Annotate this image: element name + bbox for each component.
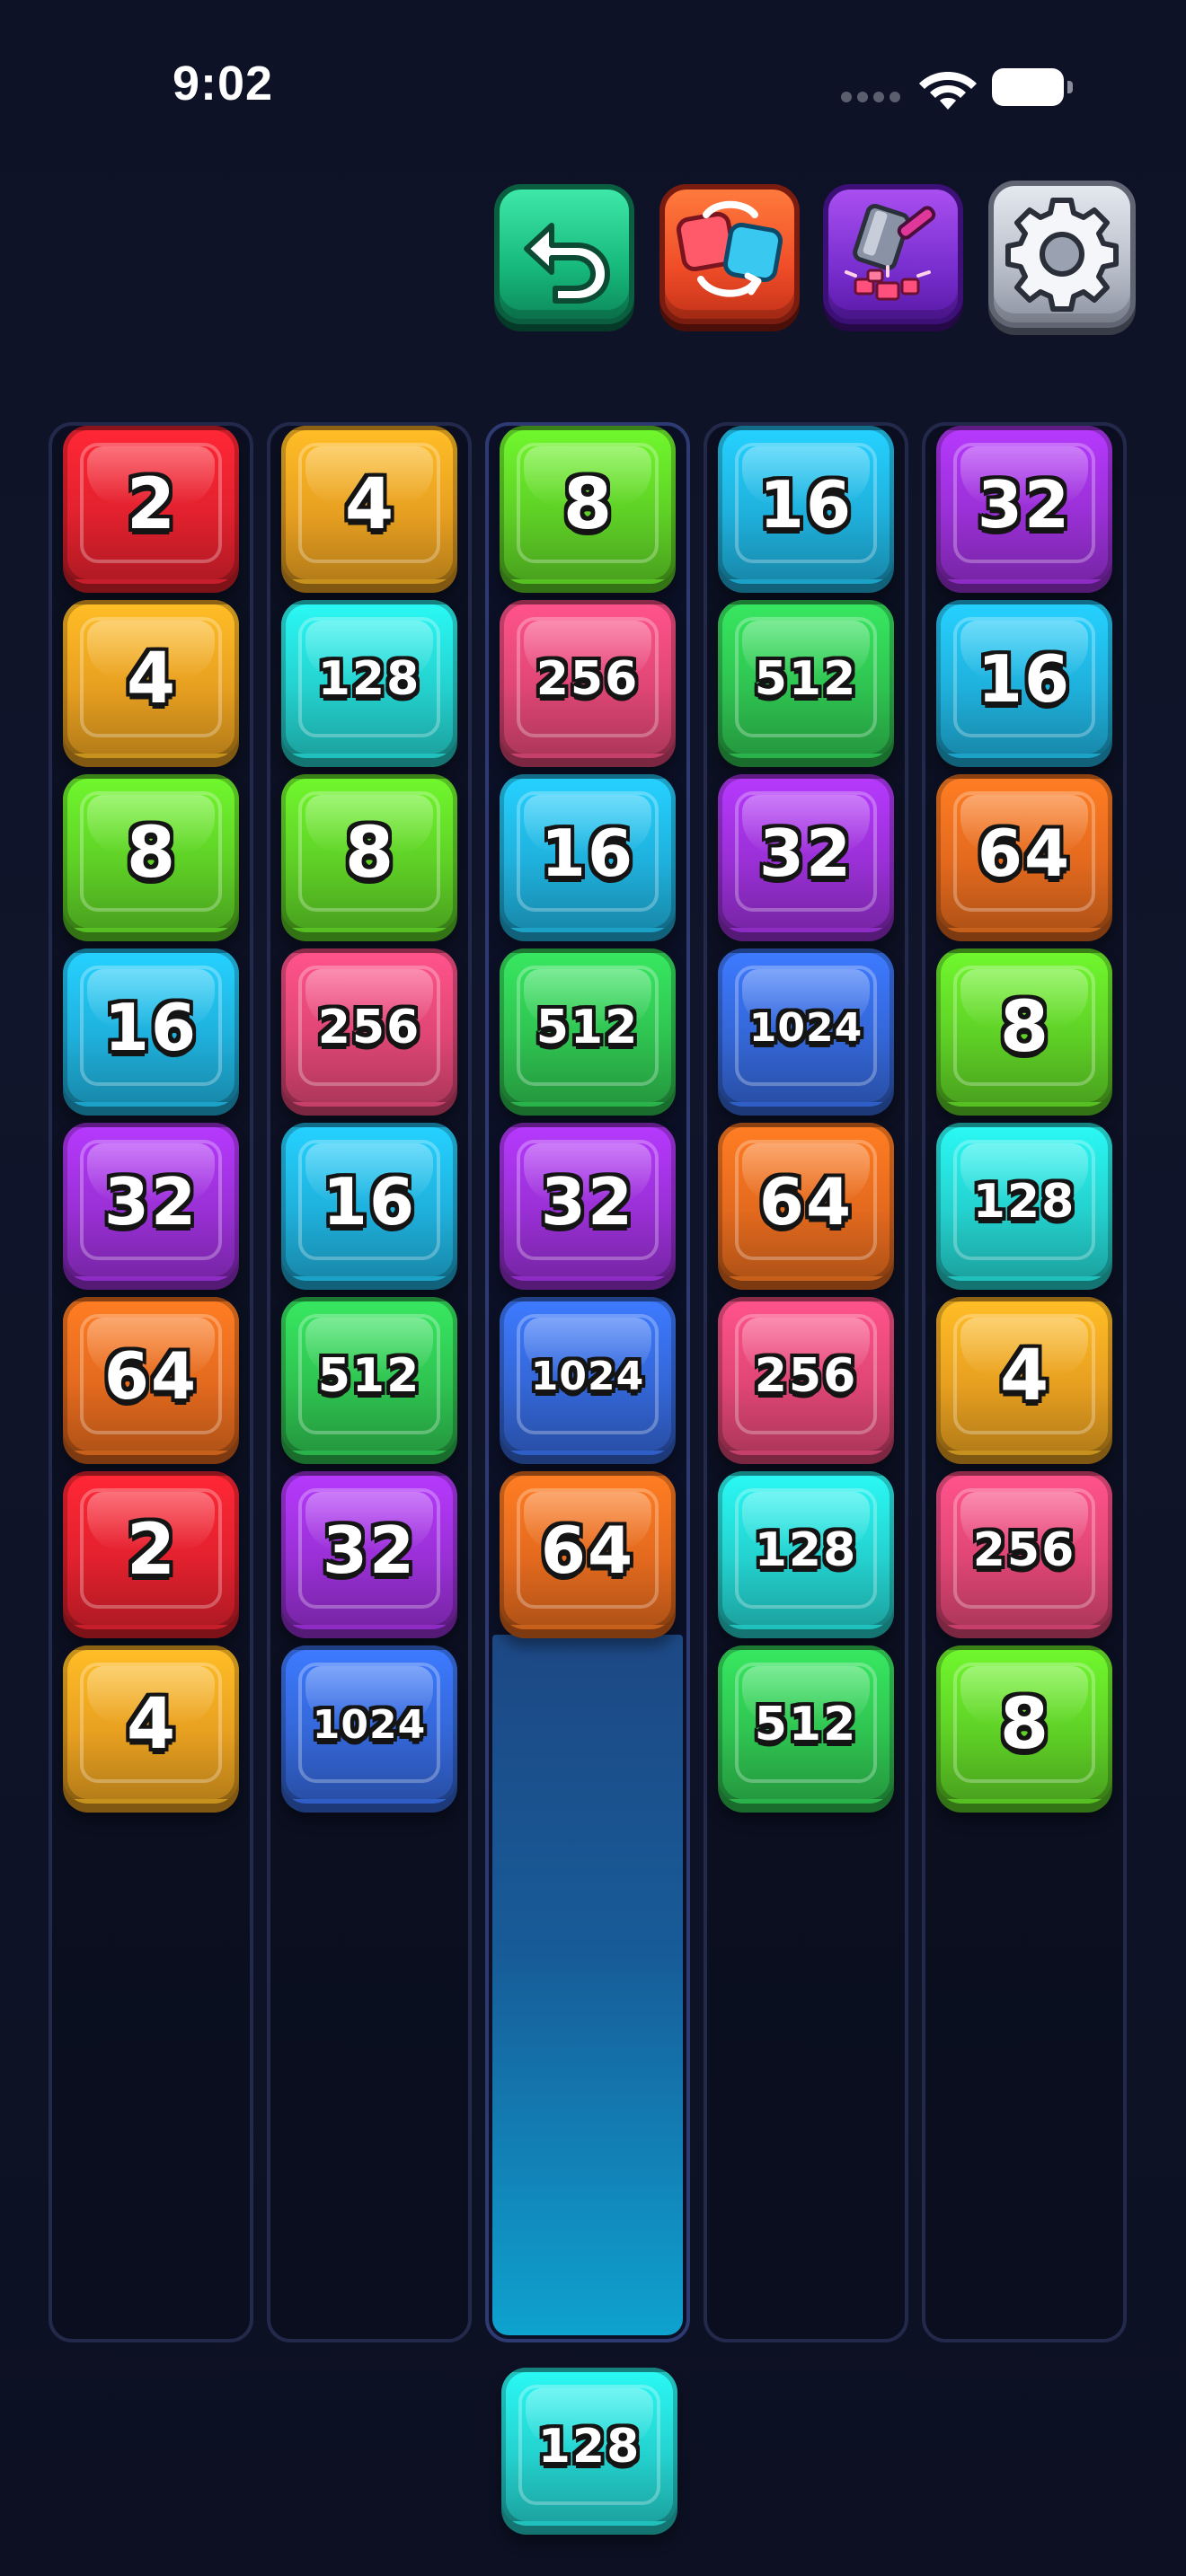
tile-value: 32 bbox=[322, 1513, 417, 1588]
tile-32[interactable]: 32 bbox=[500, 1123, 676, 1290]
tile-value: 64 bbox=[758, 1164, 854, 1239]
tile-2[interactable]: 2 bbox=[63, 1471, 239, 1638]
tile-256[interactable]: 256 bbox=[281, 948, 457, 1116]
swap-button[interactable] bbox=[659, 184, 800, 324]
tile-64[interactable]: 64 bbox=[718, 1123, 894, 1290]
tile-4[interactable]: 4 bbox=[281, 426, 457, 593]
tile-2[interactable]: 2 bbox=[63, 426, 239, 593]
tile-256[interactable]: 256 bbox=[936, 1471, 1112, 1638]
tile-8[interactable]: 8 bbox=[936, 948, 1112, 1116]
tile-512[interactable]: 512 bbox=[718, 600, 894, 767]
tile-value: 32 bbox=[103, 1164, 199, 1239]
tile-value: 2 bbox=[126, 1510, 176, 1591]
tile-value: 4 bbox=[344, 464, 394, 545]
tile-1024[interactable]: 1024 bbox=[500, 1297, 676, 1464]
next-tile[interactable]: 128 bbox=[501, 2368, 677, 2535]
status-bar: 9:02 bbox=[0, 0, 1186, 171]
hammer-button[interactable] bbox=[823, 184, 963, 324]
gear-icon bbox=[1005, 198, 1119, 312]
tile-1024[interactable]: 1024 bbox=[718, 948, 894, 1116]
tile-value: 64 bbox=[103, 1338, 199, 1414]
tile-value: 256 bbox=[535, 652, 640, 706]
tile-value: 1024 bbox=[530, 1353, 645, 1399]
tile-value: 256 bbox=[317, 1001, 421, 1054]
tile-value: 16 bbox=[758, 467, 854, 543]
tile-value: 2 bbox=[126, 464, 176, 545]
hammer-icon bbox=[845, 203, 936, 301]
undo-arrow-icon bbox=[524, 223, 610, 304]
tile-1024[interactable]: 1024 bbox=[281, 1645, 457, 1813]
battery-icon bbox=[992, 68, 1075, 106]
tile-4[interactable]: 4 bbox=[63, 600, 239, 767]
tile-value: 16 bbox=[977, 641, 1072, 717]
cellular-dots-icon bbox=[841, 92, 902, 104]
tile-8[interactable]: 8 bbox=[63, 774, 239, 941]
tile-value: 32 bbox=[977, 467, 1072, 543]
tile-32[interactable]: 32 bbox=[936, 426, 1112, 593]
tile-value: 32 bbox=[540, 1164, 635, 1239]
tile-16[interactable]: 16 bbox=[500, 774, 676, 941]
tile-value: 16 bbox=[322, 1164, 417, 1239]
tile-value: 512 bbox=[317, 1349, 421, 1403]
tile-4[interactable]: 4 bbox=[63, 1645, 239, 1813]
tile-128[interactable]: 128 bbox=[718, 1471, 894, 1638]
tile-value: 1024 bbox=[748, 1004, 863, 1051]
tile-8[interactable]: 8 bbox=[500, 426, 676, 593]
tile-512[interactable]: 512 bbox=[718, 1645, 894, 1813]
tile-value: 16 bbox=[103, 990, 199, 1065]
tile-value: 16 bbox=[540, 816, 635, 891]
tile-value: 4 bbox=[126, 1684, 176, 1765]
tile-8[interactable]: 8 bbox=[281, 774, 457, 941]
tile-8[interactable]: 8 bbox=[936, 1645, 1112, 1813]
tile-value: 64 bbox=[977, 816, 1072, 891]
tile-16[interactable]: 16 bbox=[63, 948, 239, 1116]
tile-256[interactable]: 256 bbox=[718, 1297, 894, 1464]
tile-16[interactable]: 16 bbox=[936, 600, 1112, 767]
drop-target-highlight[interactable] bbox=[492, 1635, 683, 2335]
wifi-icon bbox=[919, 72, 977, 110]
next-tile-value: 128 bbox=[537, 2420, 642, 2474]
tile-32[interactable]: 32 bbox=[281, 1471, 457, 1638]
tile-32[interactable]: 32 bbox=[718, 774, 894, 941]
tile-64[interactable]: 64 bbox=[936, 774, 1112, 941]
tile-value: 256 bbox=[972, 1523, 1076, 1577]
tile-128[interactable]: 128 bbox=[281, 600, 457, 767]
tile-value: 256 bbox=[754, 1349, 858, 1403]
tile-value: 32 bbox=[758, 816, 854, 891]
settings-button[interactable] bbox=[988, 181, 1136, 328]
tile-value: 8 bbox=[999, 1684, 1049, 1765]
tile-value: 512 bbox=[535, 1001, 640, 1054]
tile-value: 4 bbox=[126, 639, 176, 719]
tile-value: 8 bbox=[344, 813, 394, 894]
tile-value: 512 bbox=[754, 652, 858, 706]
tile-32[interactable]: 32 bbox=[63, 1123, 239, 1290]
tile-64[interactable]: 64 bbox=[500, 1471, 676, 1638]
tile-16[interactable]: 16 bbox=[281, 1123, 457, 1290]
tile-value: 128 bbox=[317, 652, 421, 706]
tile-256[interactable]: 256 bbox=[500, 600, 676, 767]
tile-value: 8 bbox=[999, 987, 1049, 1068]
swap-tiles-icon bbox=[676, 200, 783, 297]
tile-value: 1024 bbox=[312, 1701, 427, 1748]
tile-value: 64 bbox=[540, 1513, 635, 1588]
tile-512[interactable]: 512 bbox=[500, 948, 676, 1116]
tile-value: 512 bbox=[754, 1698, 858, 1751]
undo-button[interactable] bbox=[494, 184, 634, 324]
tile-value: 8 bbox=[126, 813, 176, 894]
tile-16[interactable]: 16 bbox=[718, 426, 894, 593]
tile-512[interactable]: 512 bbox=[281, 1297, 457, 1464]
tile-4[interactable]: 4 bbox=[936, 1297, 1112, 1464]
status-time: 9:02 bbox=[173, 57, 274, 110]
tile-64[interactable]: 64 bbox=[63, 1297, 239, 1464]
tile-value: 128 bbox=[754, 1523, 858, 1577]
tile-value: 4 bbox=[999, 1336, 1049, 1416]
tile-128[interactable]: 128 bbox=[936, 1123, 1112, 1290]
tile-value: 128 bbox=[972, 1175, 1076, 1229]
tile-value: 8 bbox=[562, 464, 613, 545]
